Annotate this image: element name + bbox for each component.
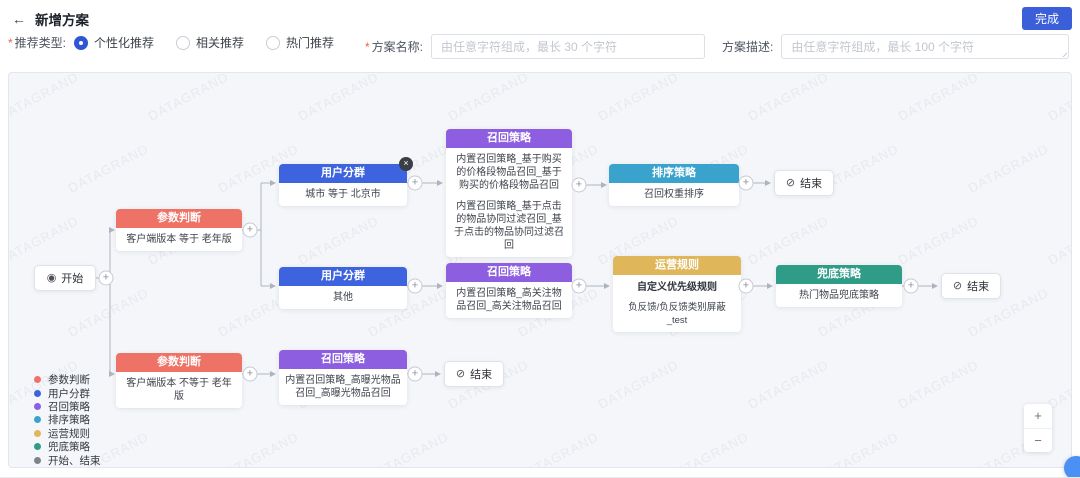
radio-related-recommend[interactable]: 相关推荐: [176, 34, 244, 51]
end-icon: ⊘: [456, 369, 465, 380]
end-label: 结束: [967, 278, 989, 294]
add-node-button[interactable]: +: [904, 279, 919, 294]
done-button[interactable]: 完成: [1022, 7, 1072, 30]
node-user-group-2[interactable]: 用户分群 其他: [279, 267, 407, 309]
add-node-button[interactable]: +: [739, 279, 754, 294]
node-type-header: 参数判断: [116, 209, 242, 228]
end-icon: ⊘: [953, 281, 962, 292]
plan-desc-input[interactable]: [781, 34, 1069, 59]
node-body: 内置召回策略_高关注物品召回_高关注物品召回: [446, 282, 572, 318]
node-type-header: 兜底策略: [776, 265, 902, 284]
node-type-header: 排序策略: [609, 164, 739, 183]
radio-hot-recommend[interactable]: 热门推荐: [266, 34, 334, 51]
node-body: 内置召回策略_基于购买的价格段物品召回_基于购买的价格段物品召回: [446, 148, 572, 196]
node-body: 负反馈/负反馈类别屏蔽_test: [613, 296, 741, 332]
add-node-button[interactable]: +: [408, 279, 423, 294]
plan-name-input[interactable]: [431, 34, 705, 59]
add-node-button[interactable]: +: [243, 223, 258, 238]
legend-item-user: 用户分群: [34, 386, 101, 399]
node-body: 客户端版本 等于 老年版: [116, 228, 242, 251]
start-label: 开始: [61, 270, 83, 286]
node-body-title: 自定义优先级规则: [613, 275, 741, 296]
node-type-header: 用户分群: [279, 164, 407, 183]
help-badge[interactable]: [1064, 456, 1080, 478]
end-node-2[interactable]: ⊘ 结束: [941, 273, 1001, 299]
start-icon: ◉: [47, 273, 57, 284]
node-ops-rule[interactable]: 运营规则 自定义优先级规则 负反馈/负反馈类别屏蔽_test: [613, 256, 741, 332]
legend-dot: [34, 376, 41, 383]
radio-personalized-recommend[interactable]: 个性化推荐: [74, 34, 154, 51]
end-label: 结束: [800, 175, 822, 191]
node-type-header: 召回策略: [446, 129, 572, 148]
zoom-in-button[interactable]: +: [1024, 404, 1052, 428]
legend-item-start-end: 开始、结束: [34, 453, 101, 466]
node-body: 城市 等于 北京市: [279, 183, 407, 206]
node-body: 热门物品兜底策略: [776, 284, 902, 307]
radio-icon: [74, 36, 88, 50]
node-body: 召回权重排序: [609, 183, 739, 206]
node-recall-strategy-2[interactable]: 召回策略 内置召回策略_高关注物品召回_高关注物品召回: [446, 263, 572, 318]
page-title: 新增方案: [35, 9, 89, 29]
top-bar: ← 新增方案 完成: [0, 0, 1080, 32]
plan-form: * 推荐类型: 个性化推荐 相关推荐 热门推荐 * 方案名称: 方案描述:: [0, 34, 1080, 60]
new-plan-page: ← 新增方案 完成 * 推荐类型: 个性化推荐 相关推荐 热门推荐 * 方案名称…: [0, 0, 1080, 478]
add-node-button[interactable]: +: [99, 271, 114, 286]
plan-desc-label: 方案描述:: [722, 38, 773, 55]
add-node-button[interactable]: +: [408, 176, 423, 191]
legend-item-sort: 排序策略: [34, 413, 101, 426]
legend-dot: [34, 443, 41, 450]
node-recall-strategy-1[interactable]: 召回策略 内置召回策略_基于购买的价格段物品召回_基于购买的价格段物品召回 内置…: [446, 129, 572, 257]
node-body: 内置召回策略_基于点击的物品协同过滤召回_基于点击的物品协同过滤召回: [446, 196, 572, 257]
add-node-button[interactable]: +: [739, 176, 754, 191]
radio-icon: [266, 36, 280, 50]
node-recall-strategy-3[interactable]: 召回策略 内置召回策略_高曝光物品召回_高曝光物品召回: [279, 350, 407, 405]
end-node-1[interactable]: ⊘ 结束: [774, 170, 834, 196]
node-type-header: 召回策略: [446, 263, 572, 282]
add-node-button[interactable]: +: [243, 367, 258, 382]
node-type-header: 用户分群: [279, 267, 407, 286]
add-node-button[interactable]: +: [572, 178, 587, 193]
required-mark: *: [8, 36, 13, 50]
legend-dot: [34, 390, 41, 397]
legend-item-ops: 运营规则: [34, 427, 101, 440]
zoom-out-button[interactable]: −: [1024, 428, 1052, 452]
end-icon: ⊘: [786, 178, 795, 189]
node-type-legend: 参数判断 用户分群 召回策略 排序策略 运营规则 兜底策略: [34, 373, 101, 467]
node-param-check-2[interactable]: 参数判断 客户端版本 不等于 老年版: [116, 353, 242, 408]
node-sort-strategy[interactable]: 排序策略 召回权重排序: [609, 164, 739, 206]
node-param-check-1[interactable]: 参数判断 客户端版本 等于 老年版: [116, 209, 242, 251]
node-body: 客户端版本 不等于 老年版: [116, 372, 242, 408]
legend-dot: [34, 403, 41, 410]
node-body: 其他: [279, 286, 407, 309]
legend-dot: [34, 430, 41, 437]
node-type-header: 召回策略: [279, 350, 407, 369]
end-node-3[interactable]: ⊘ 结束: [444, 361, 504, 387]
add-node-button[interactable]: +: [408, 367, 423, 382]
legend-item-recall: 召回策略: [34, 400, 101, 413]
flow-canvas[interactable]: DATAGRANDDATAGRANDDATAGRANDDATAGRANDDATA…: [8, 72, 1072, 468]
recommend-type-label: 推荐类型:: [15, 34, 66, 51]
start-node[interactable]: ◉ 开始: [34, 265, 96, 291]
legend-dot: [34, 416, 41, 423]
legend-item-param: 参数判断: [34, 373, 101, 386]
zoom-controls: + −: [1024, 404, 1052, 452]
node-fallback-strategy[interactable]: 兜底策略 热门物品兜底策略: [776, 265, 902, 307]
node-type-header: 运营规则: [613, 256, 741, 275]
back-icon[interactable]: ←: [12, 11, 26, 27]
node-body: 内置召回策略_高曝光物品召回_高曝光物品召回: [279, 369, 407, 405]
node-user-group-1[interactable]: 用户分群 城市 等于 北京市 ×: [279, 164, 407, 206]
legend-item-fallback: 兜底策略: [34, 440, 101, 453]
add-node-button[interactable]: +: [572, 279, 587, 294]
plan-name-label: 方案名称:: [372, 38, 423, 55]
node-type-header: 参数判断: [116, 353, 242, 372]
radio-icon: [176, 36, 190, 50]
end-label: 结束: [470, 366, 492, 382]
legend-dot: [34, 457, 41, 464]
required-mark: *: [365, 40, 370, 54]
close-icon[interactable]: ×: [399, 157, 413, 171]
